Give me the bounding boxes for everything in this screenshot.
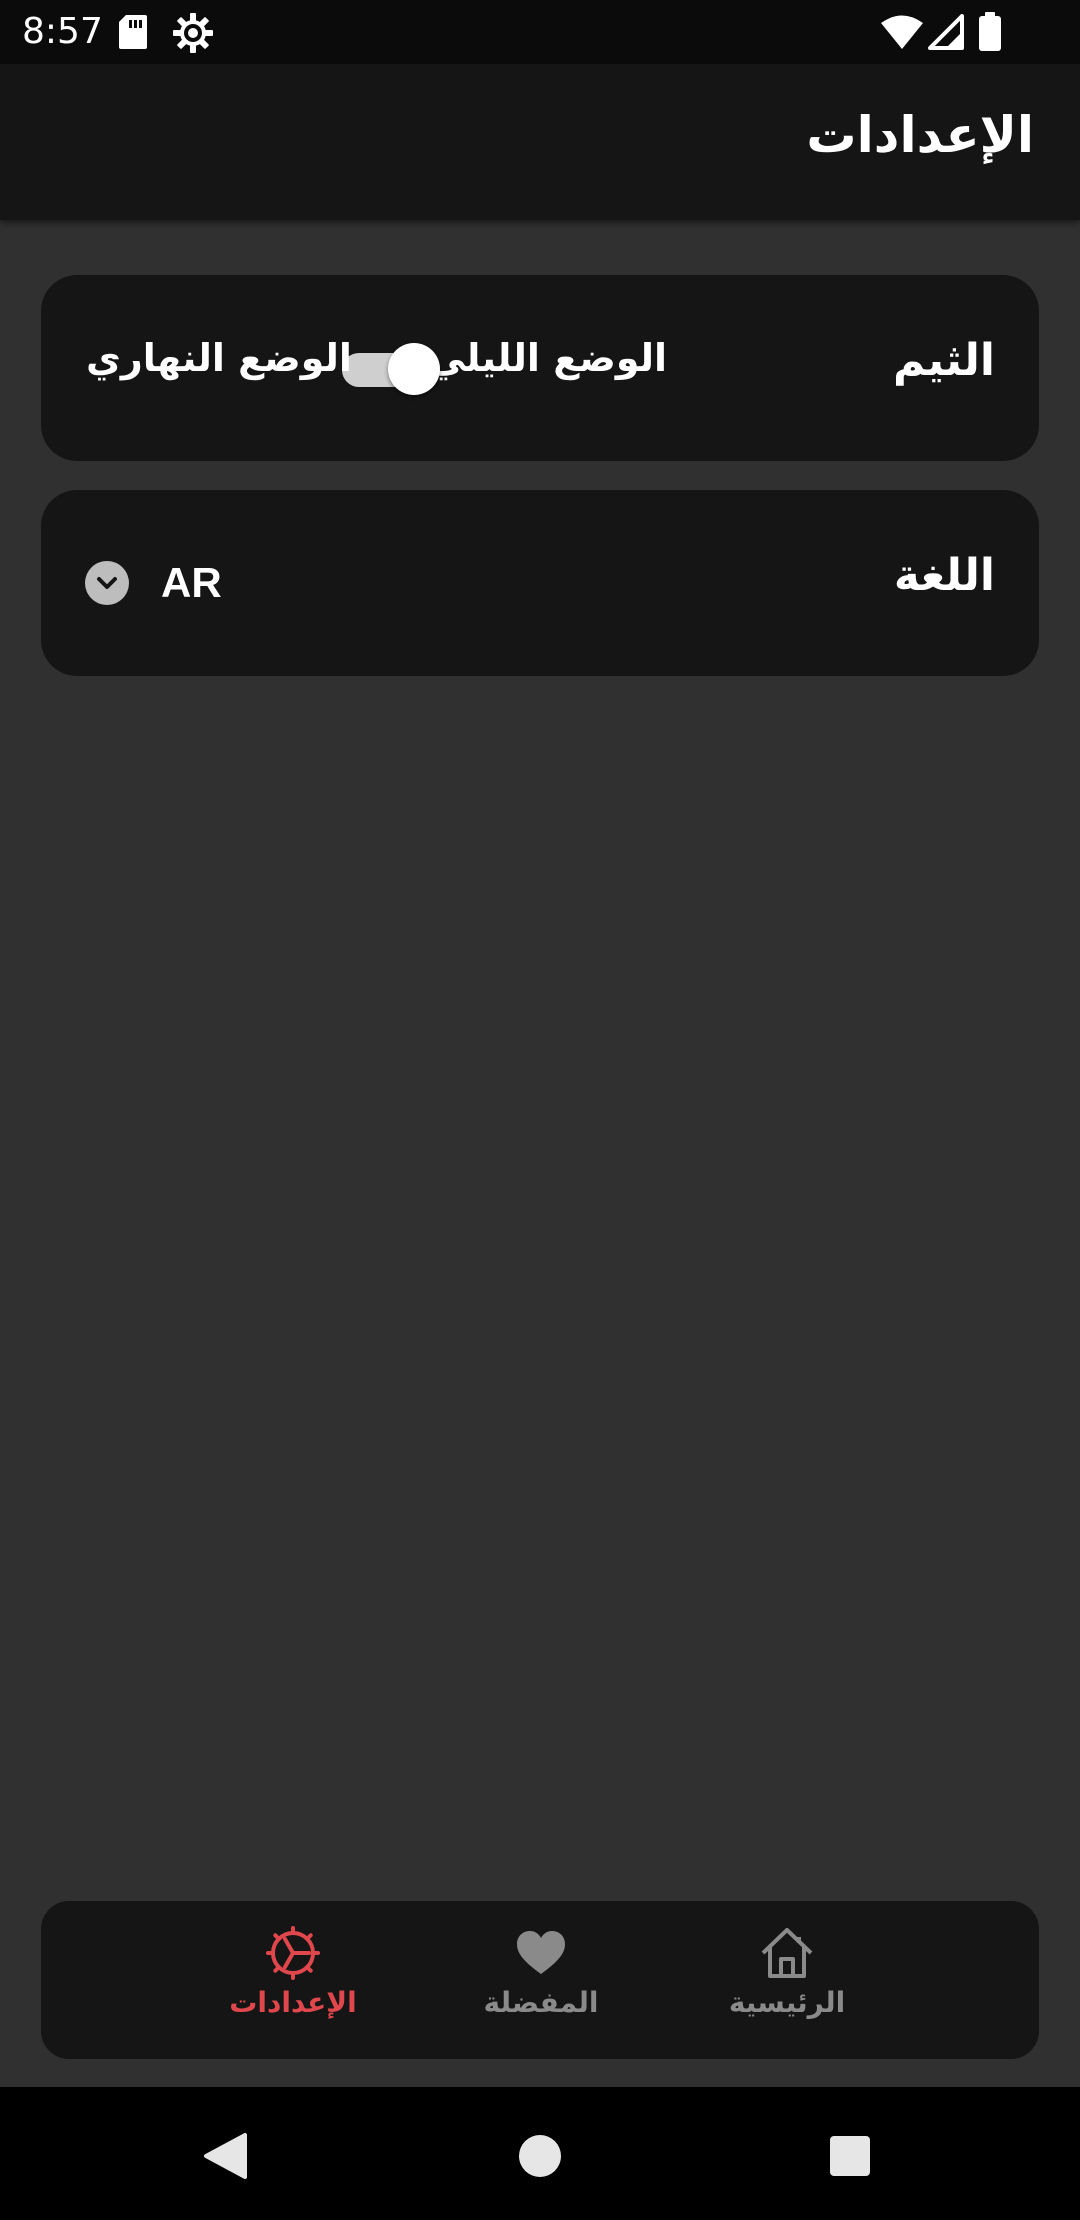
theme-label: الثيم: [892, 335, 995, 386]
wifi-icon: [881, 15, 923, 49]
day-mode-label: الوضع النهاري: [86, 336, 352, 380]
toggle-thumb: [388, 343, 440, 395]
back-button[interactable]: [190, 2121, 260, 2191]
theme-toggle[interactable]: [340, 339, 440, 399]
recents-square-icon: [830, 2136, 870, 2176]
settings-icon: [266, 1926, 320, 1980]
settings-gear-icon: [173, 13, 213, 53]
home-circle-icon: [519, 2135, 561, 2177]
night-mode-label: الوضع الليلي: [427, 336, 667, 380]
settings-screen: 8:57 الإعدادات الثيم الوضع الليلي الوضع …: [0, 0, 1080, 2220]
status-bar: 8:57: [0, 0, 1080, 64]
language-label: اللغة: [893, 550, 995, 601]
sd-card-icon: [119, 15, 147, 49]
nav-label-favorites: المفضلة: [483, 1986, 599, 2019]
selected-language: AR: [161, 559, 222, 606]
language-card: اللغة AR: [41, 490, 1039, 676]
home-button[interactable]: [505, 2121, 575, 2191]
theme-card: الثيم الوضع الليلي الوضع النهاري: [41, 275, 1039, 461]
battery-icon: [979, 12, 1001, 51]
nav-label-settings: الإعدادات: [229, 1986, 357, 2019]
nav-label-home: الرئيسية: [728, 1986, 846, 2019]
app-bar: الإعدادات: [0, 64, 1080, 220]
heart-icon: [517, 1931, 565, 1974]
cell-signal-icon: [928, 14, 964, 50]
language-dropdown[interactable]: AR: [85, 552, 222, 614]
page-title: الإعدادات: [806, 106, 1034, 164]
nav-item-home[interactable]: الرئيسية: [707, 1925, 867, 2035]
status-time: 8:57: [22, 11, 103, 52]
chevron-down-icon[interactable]: [85, 561, 129, 605]
back-triangle-icon: [204, 2133, 247, 2179]
nav-item-settings[interactable]: الإعدادات: [213, 1925, 373, 2035]
nav-item-favorites[interactable]: المفضلة: [461, 1925, 621, 2035]
recents-button[interactable]: [815, 2121, 885, 2191]
home-icon: [761, 1928, 813, 1978]
system-nav-bar: [0, 2087, 1080, 2220]
bottom-nav: الإعدادات المفضلة الرئيسية: [41, 1901, 1039, 2059]
